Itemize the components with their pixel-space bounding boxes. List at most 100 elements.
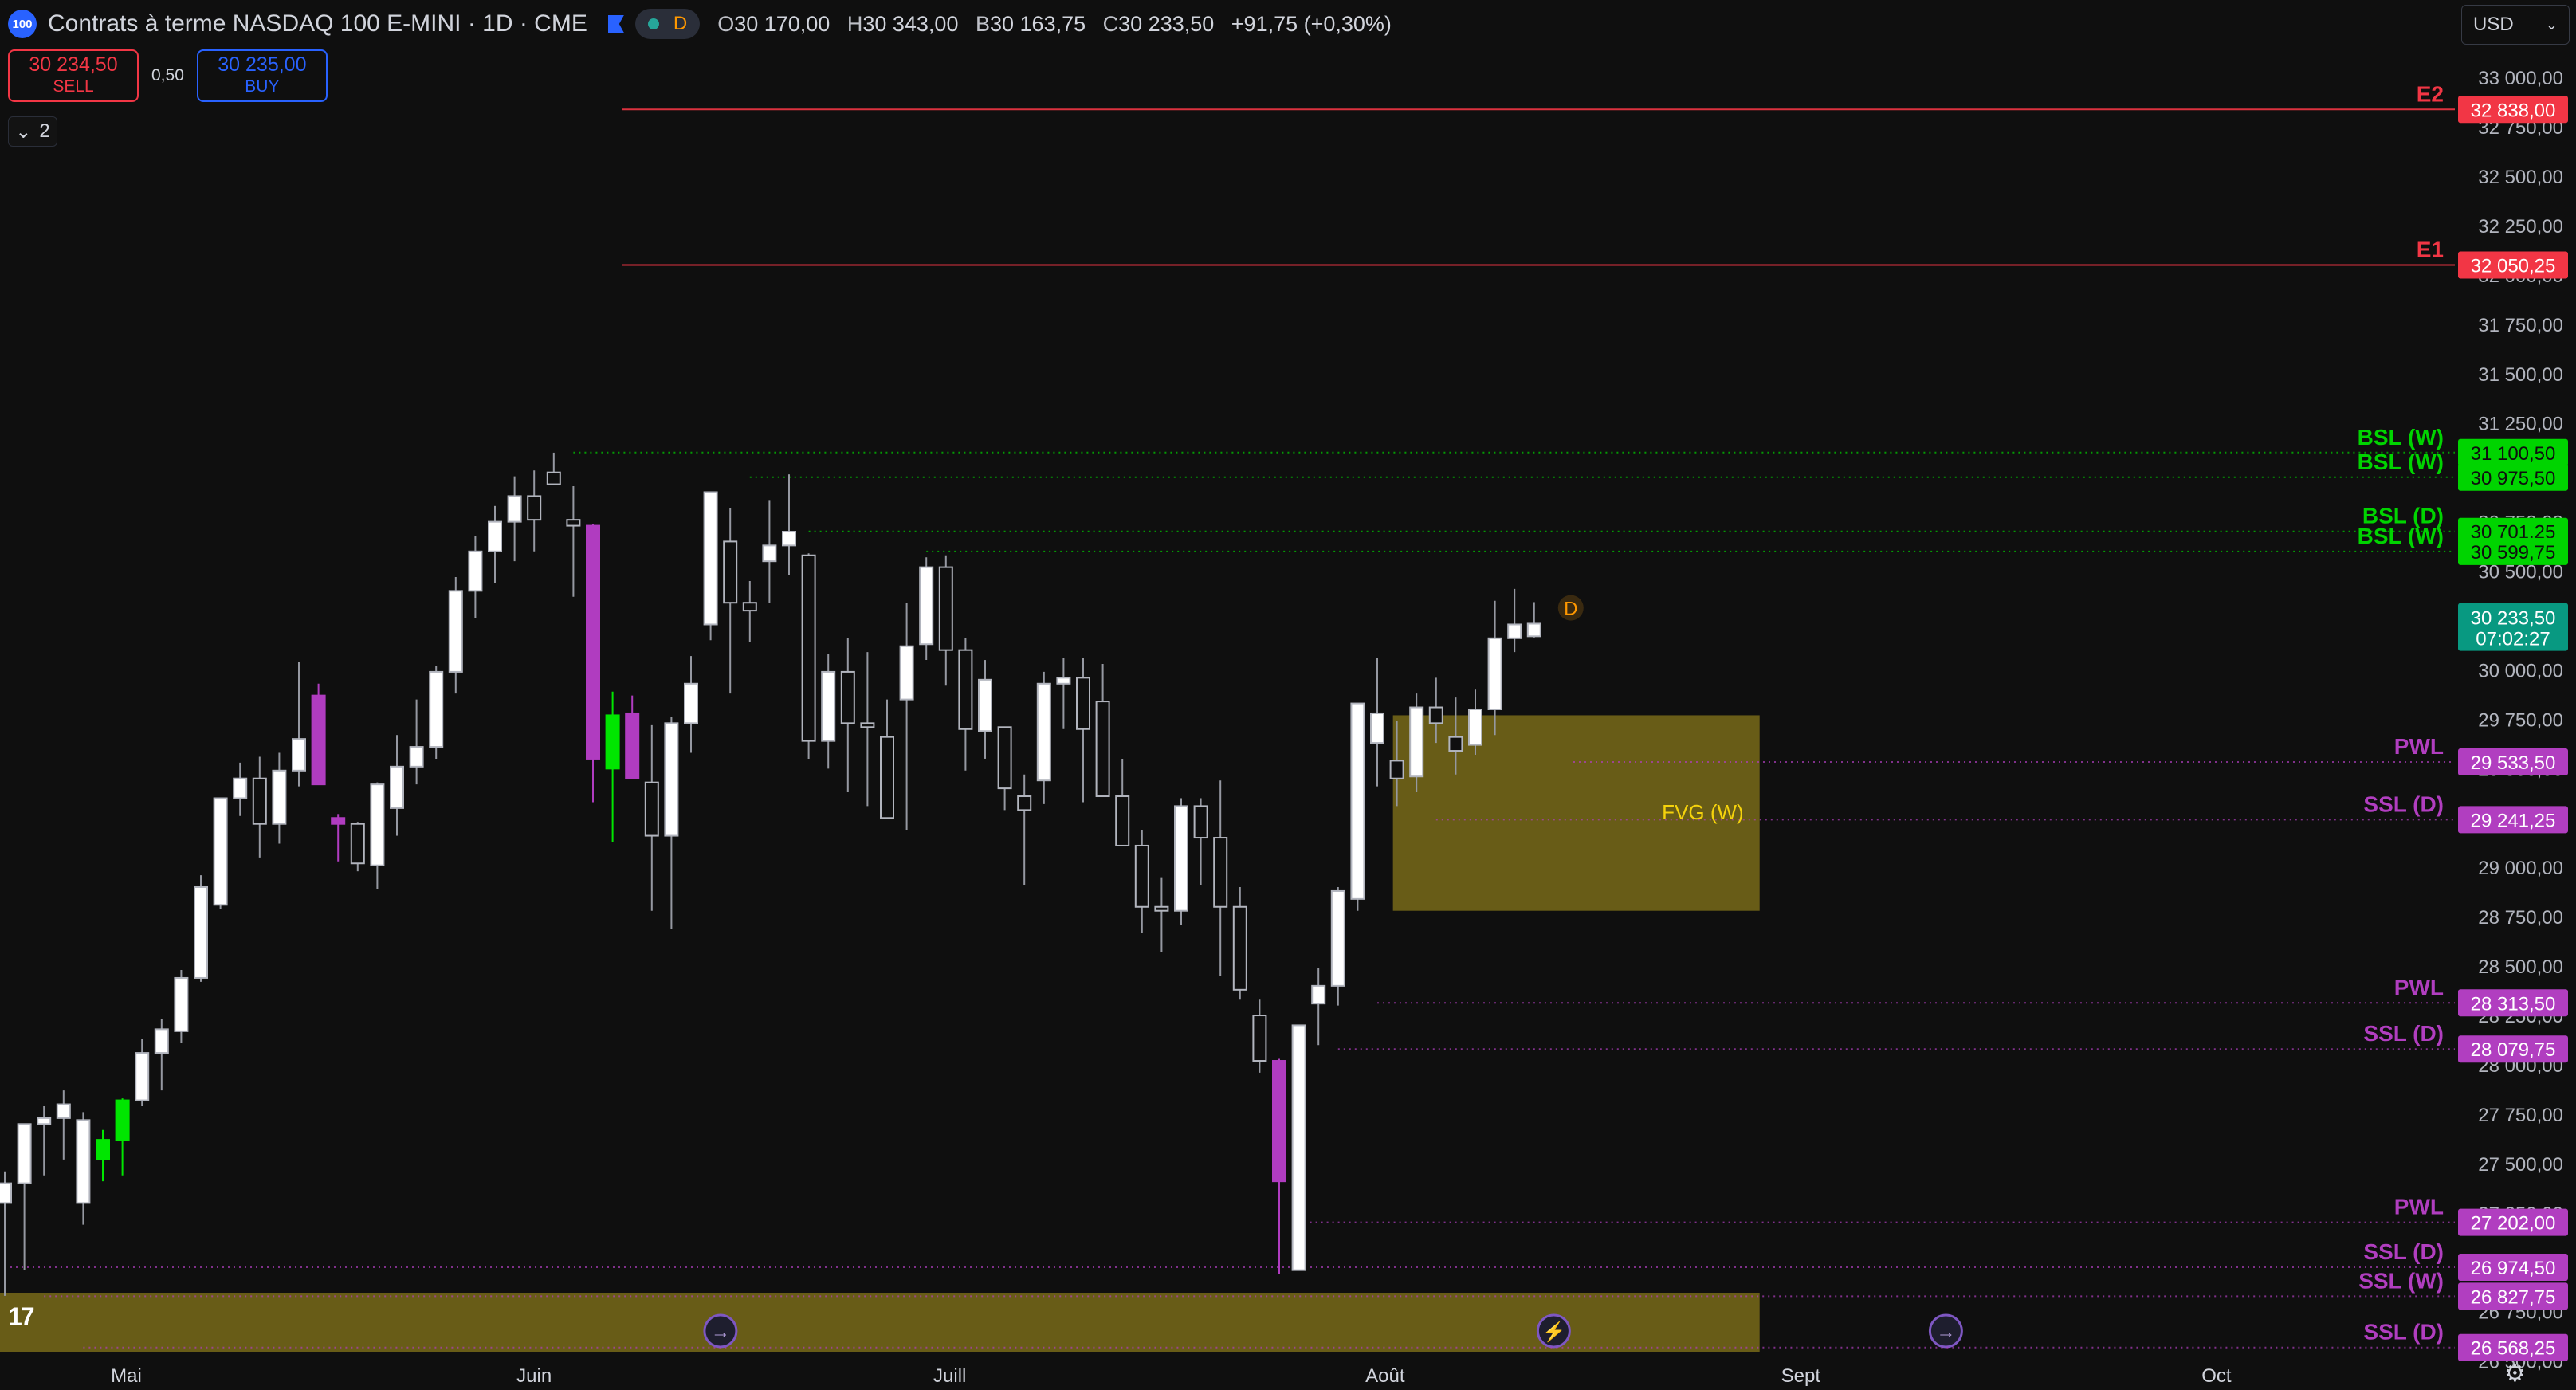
y-tick-label: 31 250,00 — [2478, 414, 2563, 435]
candle-body — [1428, 706, 1443, 724]
candle-body — [1154, 905, 1169, 912]
candle-body — [1134, 844, 1149, 908]
chevron-down-icon: ⌄ — [15, 120, 32, 143]
level-label: BSL (W) — [2358, 425, 2444, 450]
x-axis-label: Oct — [2201, 1365, 2232, 1387]
candle-body — [1272, 1060, 1286, 1183]
price-tag-value: 26 568,25 — [2471, 1338, 2556, 1360]
level-label: BSL (W) — [2358, 450, 2444, 474]
x-axis-label: Juill — [933, 1365, 966, 1387]
events-band — [0, 1293, 1760, 1352]
candle-body — [899, 645, 914, 701]
x-axis-label: Juin — [516, 1365, 552, 1387]
x-axis-label: Mai — [111, 1365, 142, 1387]
symbol-title[interactable]: Contrats à terme NASDAQ 100 E-MINI · 1D … — [48, 10, 587, 37]
candle-body — [507, 495, 522, 523]
y-tick-label: 31 750,00 — [2478, 315, 2563, 336]
gear-icon[interactable]: ⚙ — [2504, 1360, 2526, 1388]
candle-body — [1330, 889, 1345, 987]
price-axis — [2455, 0, 2576, 1390]
y-tick-label: 28 500,00 — [2478, 956, 2563, 978]
event-glyph: → — [711, 1321, 730, 1343]
y-tick-label: 30 000,00 — [2478, 660, 2563, 681]
candle-body — [292, 738, 306, 772]
level-label: SSL (W) — [2358, 1268, 2444, 1293]
candle-body — [958, 649, 973, 730]
candle-body — [1174, 805, 1188, 912]
level-label: E1 — [2417, 237, 2444, 261]
candle-body — [1036, 682, 1051, 782]
candle-body — [1507, 623, 1522, 639]
y-tick-label: 31 500,00 — [2478, 364, 2563, 386]
candle-body — [370, 783, 385, 866]
candle-body — [233, 777, 248, 799]
candle-body — [1409, 706, 1424, 778]
candle-body — [782, 531, 796, 547]
ohlc-readout: O30 170,00 H30 343,00 B30 163,75 C30 233… — [717, 11, 1392, 36]
price-tag-value: 32 050,25 — [2471, 255, 2556, 277]
y-tick-label: 28 750,00 — [2478, 907, 2563, 929]
candle-body — [1252, 1015, 1267, 1062]
candle-body — [56, 1103, 71, 1119]
candle-body — [1311, 984, 1326, 1005]
sell-button[interactable]: 30 234,50 SELL — [8, 49, 139, 102]
level-label: PWL — [2394, 734, 2444, 759]
candle-body — [1115, 795, 1130, 846]
y-tick-label: 29 000,00 — [2478, 858, 2563, 879]
ohlc-open: 30 170,00 — [734, 11, 831, 36]
candle-body — [468, 550, 483, 592]
price-tag-value: 27 202,00 — [2471, 1213, 2556, 1235]
price-tag-value: 30 975,50 — [2471, 468, 2556, 489]
candle-body — [409, 746, 424, 768]
buy-button[interactable]: 30 235,00 BUY — [196, 49, 328, 102]
candle-body — [213, 797, 228, 906]
chevron-down-icon: ⌄ — [2545, 16, 2558, 33]
ohlc-low: 30 163,75 — [990, 11, 1086, 36]
bar-countdown: 07:02:27 — [2476, 629, 2550, 650]
candle-body — [586, 524, 600, 760]
price-tag-value: 30 599,75 — [2471, 542, 2556, 563]
level-label: PWL — [2394, 1195, 2444, 1219]
candle-body — [762, 544, 777, 563]
sell-price: 30 234,50 — [29, 53, 118, 76]
symbol-badge[interactable]: 100 — [8, 10, 37, 38]
candle-body — [252, 777, 267, 825]
flag-icon[interactable] — [607, 15, 624, 33]
candle-body — [448, 590, 463, 673]
candle-body — [311, 694, 326, 786]
candle-body — [115, 1099, 130, 1141]
session-marker-letter: D — [1564, 599, 1577, 620]
currency-value: USD — [2473, 14, 2514, 35]
buy-price: 30 235,00 — [218, 53, 307, 76]
price-tag-value: 28 079,75 — [2471, 1039, 2556, 1061]
currency-select[interactable]: USD ⌄ — [2461, 5, 2570, 45]
level-label: E2 — [2417, 81, 2444, 106]
candle-body — [331, 817, 346, 825]
trade-panel: 30 234,50 SELL 0,50 30 235,00 BUY — [8, 49, 328, 102]
level-label: SSL (D) — [2363, 1021, 2444, 1046]
candle-body — [1370, 712, 1384, 744]
price-chart[interactable]: 33 000,0032 750,0032 500,0032 250,0032 0… — [0, 0, 2576, 1390]
last-price-value: 30 233,50 — [2471, 608, 2556, 630]
candle-body — [644, 781, 659, 837]
tradingview-logo-icon[interactable]: 17 — [8, 1302, 35, 1332]
candle-body — [1526, 622, 1541, 638]
candle-body — [1291, 1024, 1306, 1271]
candle-body — [1095, 701, 1110, 798]
candle-body — [919, 566, 934, 646]
level-label: PWL — [2394, 975, 2444, 999]
market-status-pill[interactable]: D — [634, 9, 701, 39]
candle-body — [17, 1123, 32, 1184]
candle-body — [684, 682, 698, 724]
candle-body — [1076, 677, 1090, 730]
candle-body — [0, 1182, 12, 1204]
ohlc-change: +91,75 (+0,30%) — [1231, 11, 1392, 36]
candle-body — [272, 769, 287, 825]
event-glyph: → — [1936, 1321, 1955, 1343]
candle-body — [546, 471, 561, 485]
indicator-collapse-button[interactable]: ⌄ 2 — [8, 116, 57, 147]
candle-body — [566, 519, 581, 527]
y-tick-label: 32 500,00 — [2478, 167, 2563, 188]
candle-body — [703, 491, 718, 626]
event-glyph: ⚡ — [1541, 1321, 1565, 1343]
